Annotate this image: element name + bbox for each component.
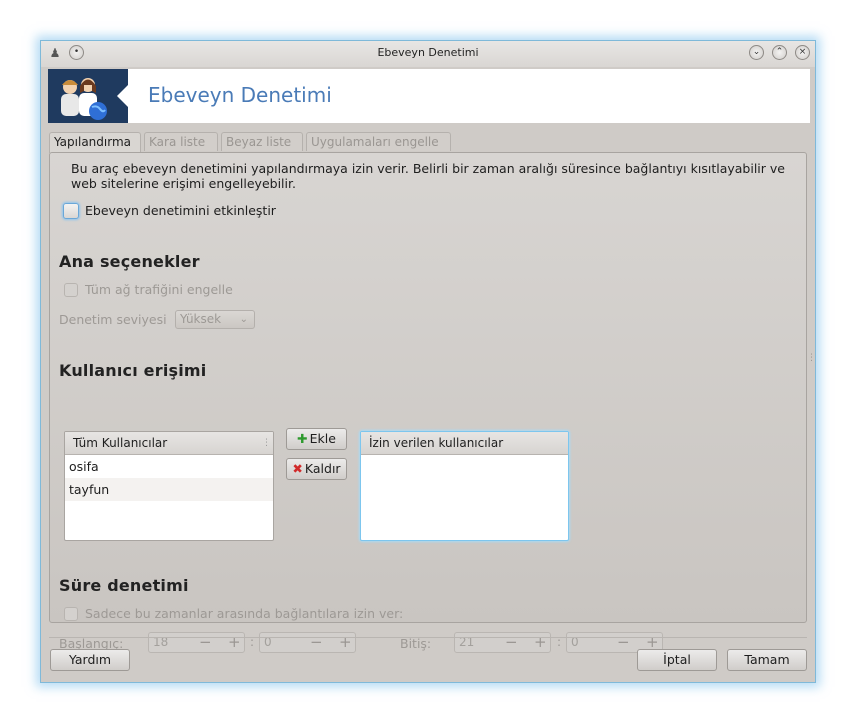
time-restriction-label: Sadece bu zamanlar arasında bağlantılara… [85, 606, 404, 621]
control-level-label: Denetim seviyesi [59, 312, 167, 327]
header-title: Ebeveyn Denetimi [148, 83, 332, 107]
ok-button[interactable]: Tamam [727, 649, 807, 671]
end-minute-value: 0 [571, 635, 579, 649]
maximize-button[interactable]: ⌃ [772, 45, 787, 60]
parents-icon [61, 78, 107, 120]
remove-user-button[interactable]: ✖ Kaldır [286, 458, 347, 480]
control-level-value: Yüksek [180, 312, 222, 326]
list-item[interactable]: osifa [65, 455, 273, 478]
block-all-traffic-label: Tüm ağ trafiğini engelle [85, 282, 233, 297]
start-hour-value: 18 [153, 635, 169, 649]
tab-block-applications[interactable]: Uygulamaları engelle [306, 132, 451, 151]
remove-icon: ✖ [292, 461, 303, 476]
main-options-heading: Ana seçenekler [59, 252, 200, 271]
minus-icon[interactable]: − [505, 633, 518, 652]
allowed-users-header[interactable]: İzin verilen kullanıcılar [361, 432, 568, 455]
close-button[interactable]: × [795, 45, 810, 60]
end-hour-spinbox[interactable]: 21 − + [454, 632, 551, 653]
start-hour-spinbox[interactable]: 18 − + [148, 632, 245, 653]
enable-parental-control-label[interactable]: Ebeveyn denetimini etkinleştir [85, 203, 276, 218]
tab-blacklist[interactable]: Kara liste [144, 132, 218, 151]
app-window: ♟ • Ebeveyn Denetimi ⌄ ⌃ × Ebeveyn Denet… [40, 40, 816, 683]
user-access-heading: Kullanıcı erişimi [59, 361, 207, 380]
plus-icon[interactable]: + [228, 633, 241, 652]
banner-arrow [117, 84, 129, 108]
help-button[interactable]: Yardım [50, 649, 130, 671]
description-text: Bu araç ebeveyn denetimini yapılandırmay… [71, 161, 785, 191]
end-label: Bitiş: [400, 636, 432, 651]
minus-icon[interactable]: − [617, 633, 630, 652]
all-users-header[interactable]: Tüm Kullanıcılar ⋮ [65, 432, 273, 455]
add-user-button[interactable]: ✚ Ekle [286, 428, 347, 450]
configuration-panel: Bu araç ebeveyn denetimini yapılandırmay… [49, 152, 807, 653]
title-bar: ♟ • Ebeveyn Denetimi ⌄ ⌃ × [41, 41, 815, 67]
tab-configuration[interactable]: Yapılandırma [49, 132, 141, 153]
minimize-button[interactable]: ⌄ [749, 45, 764, 60]
chevron-down-icon: ⌄ [239, 314, 248, 325]
end-hour-value: 21 [459, 635, 475, 649]
time-restriction-checkbox[interactable] [64, 607, 78, 621]
enable-parental-control-checkbox[interactable] [63, 203, 79, 219]
block-all-traffic-checkbox[interactable] [64, 283, 78, 297]
minus-icon[interactable]: − [310, 633, 323, 652]
time-control-heading: Süre denetimi [59, 576, 189, 595]
start-minute-value: 0 [264, 635, 272, 649]
divider [49, 637, 807, 638]
window-title: Ebeveyn Denetimi [377, 46, 479, 59]
parental-control-logo [48, 69, 129, 123]
minus-icon[interactable]: − [199, 633, 212, 652]
add-icon: ✚ [297, 431, 308, 446]
tab-whitelist[interactable]: Beyaz liste [221, 132, 303, 151]
header-banner: Ebeveyn Denetimi [48, 69, 810, 123]
column-resize-icon: ⋮ [262, 438, 271, 448]
start-minute-spinbox[interactable]: 0 − + [259, 632, 356, 653]
cancel-button[interactable]: İptal [637, 649, 717, 671]
all-users-list[interactable]: Tüm Kullanıcılar ⋮ osifa tayfun [64, 431, 274, 541]
resize-grip-icon[interactable]: ⋮ [807, 353, 816, 363]
control-level-select[interactable]: Yüksek ⌄ [175, 310, 255, 329]
plus-icon[interactable]: + [534, 633, 547, 652]
allowed-users-list[interactable]: İzin verilen kullanıcılar [360, 431, 569, 541]
list-item[interactable]: tayfun [65, 478, 273, 501]
plus-icon[interactable]: + [339, 633, 352, 652]
